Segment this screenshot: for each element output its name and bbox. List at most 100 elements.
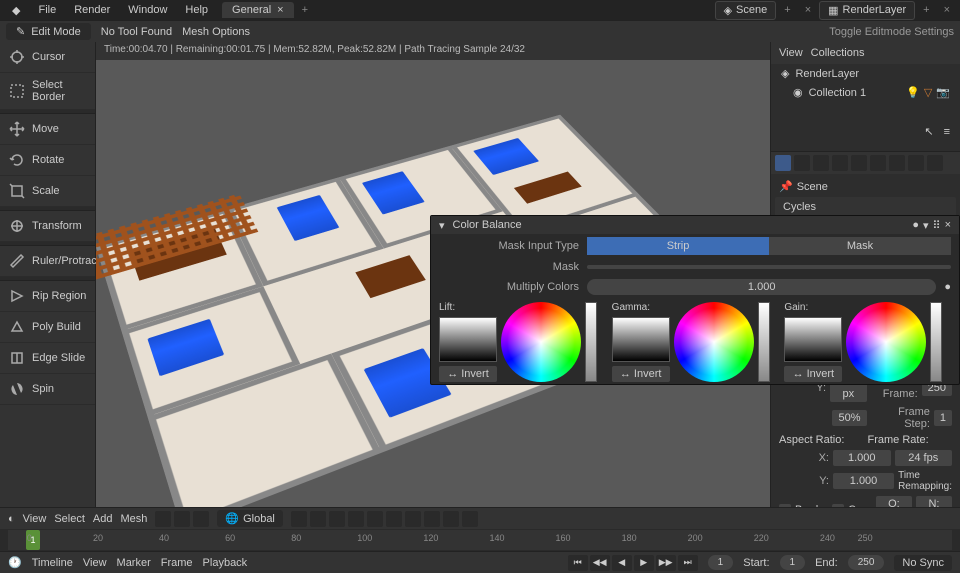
prop-tab-layers[interactable] <box>813 155 829 171</box>
editmode-settings[interactable]: Toggle Editmode Settings <box>829 26 954 38</box>
percent-field[interactable]: 50% <box>832 410 866 426</box>
solid-icon[interactable] <box>424 511 440 527</box>
close-icon[interactable]: × <box>277 4 283 16</box>
aspect-x[interactable]: 1.000 <box>833 450 891 466</box>
mesh-menu[interactable]: Mesh <box>120 513 147 525</box>
prop-tab-particle[interactable] <box>908 155 924 171</box>
outliner-collection[interactable]: ◉Collection 1 💡▽📷 <box>771 83 960 102</box>
outliner-root[interactable]: ◈RenderLayer <box>771 64 960 83</box>
panel-menu-icon[interactable]: ▾ <box>923 219 929 232</box>
mask-mask-btn[interactable]: Mask <box>769 237 951 255</box>
mode-selector[interactable]: ✎Edit Mode <box>6 23 91 40</box>
engine-selector[interactable]: Cycles <box>775 197 956 217</box>
tool-rip-region[interactable]: Rip Region <box>0 281 95 312</box>
prop-tab-render[interactable] <box>775 155 791 171</box>
gain-invert-btn[interactable]: ↔Invert <box>784 366 842 382</box>
tl-marker-menu[interactable]: Marker <box>117 557 151 569</box>
panel-toggle-icon[interactable]: ▾ <box>439 219 445 232</box>
jump-end-button[interactable]: ⏭ <box>678 555 698 571</box>
next-key-button[interactable]: ▶▶ <box>656 555 676 571</box>
sel-vert-icon[interactable] <box>155 511 171 527</box>
render-menu[interactable]: Render <box>66 2 118 18</box>
old-frames[interactable]: O: 100 <box>876 496 912 507</box>
prop-tab-physics[interactable] <box>927 155 943 171</box>
jump-start-button[interactable]: ⏮ <box>568 555 588 571</box>
editor-type-icon[interactable]: ◐ <box>8 513 15 525</box>
mask-field[interactable] <box>587 265 951 269</box>
del-scene[interactable]: × <box>799 2 817 18</box>
sync-selector[interactable]: No Sync <box>894 555 952 571</box>
tool-poly-build[interactable]: Poly Build <box>0 312 95 343</box>
scene-breadcrumb[interactable]: Scene <box>797 181 828 193</box>
gamma-invert-btn[interactable]: ↔Invert <box>612 366 670 382</box>
tool-select-border[interactable]: Select Border <box>0 73 95 110</box>
frame-rate[interactable]: 24 fps <box>895 450 953 466</box>
tool-move[interactable]: Move <box>0 114 95 145</box>
timeline-editor-icon[interactable]: 🕐 <box>8 556 22 569</box>
tool-cursor[interactable]: Cursor <box>0 42 95 73</box>
prop-tab-output[interactable] <box>794 155 810 171</box>
frame-step-field[interactable]: 1 <box>934 410 952 426</box>
tool-ruler[interactable]: Ruler/Protrac... <box>0 246 95 277</box>
cursor-toggle-icon[interactable]: ↖ <box>924 125 933 138</box>
blender-icon[interactable]: ◆ <box>4 2 28 19</box>
tool-spin[interactable]: Spin <box>0 374 95 405</box>
prev-key-button[interactable]: ◀◀ <box>590 555 610 571</box>
add-tab[interactable]: + <box>296 2 314 18</box>
aspect-y[interactable]: 1.000 <box>833 473 894 489</box>
tool-rotate[interactable]: Rotate <box>0 145 95 176</box>
gain-wheel[interactable] <box>846 302 926 382</box>
outliner-tab-collections[interactable]: Collections <box>811 47 865 59</box>
select-menu[interactable]: Select <box>54 513 85 525</box>
prop-tab-object[interactable] <box>870 155 886 171</box>
mesh-options[interactable]: Mesh Options <box>182 26 250 38</box>
add-scene[interactable]: + <box>778 2 796 18</box>
view-menu[interactable]: View <box>23 513 47 525</box>
overlay-icon[interactable] <box>367 511 383 527</box>
sel-face-icon[interactable] <box>193 511 209 527</box>
light-icon[interactable]: 💡 <box>906 86 920 99</box>
add-layer[interactable]: + <box>917 2 935 18</box>
anim-dot-icon[interactable]: ● <box>944 281 951 293</box>
new-frames[interactable]: N: 100 <box>916 496 952 507</box>
lift-wheel[interactable] <box>501 302 581 382</box>
shade-icon[interactable] <box>348 511 364 527</box>
prop-tab-modifier[interactable] <box>889 155 905 171</box>
lift-value-bar[interactable] <box>585 302 597 382</box>
end-frame-field[interactable]: 250 <box>848 555 885 570</box>
gamma-wheel[interactable] <box>674 302 754 382</box>
window-menu[interactable]: Window <box>120 2 175 18</box>
pivot-icon[interactable] <box>291 511 307 527</box>
lift-invert-btn[interactable]: ↔Invert <box>439 366 497 382</box>
pin-icon[interactable]: 📌 <box>779 180 793 193</box>
mask-strip-btn[interactable]: Strip <box>587 237 769 255</box>
wire-icon[interactable] <box>405 511 421 527</box>
sel-edge-icon[interactable] <box>174 511 190 527</box>
gain-swatch[interactable] <box>784 317 842 362</box>
help-menu[interactable]: Help <box>177 2 216 18</box>
add-menu[interactable]: Add <box>93 513 113 525</box>
file-menu[interactable]: File <box>30 2 64 18</box>
orientation-selector[interactable]: 🌐Global <box>217 510 283 527</box>
panel-close-icon[interactable]: × <box>945 219 951 232</box>
timeline[interactable]: 1 0 20 40 60 80 100 120 140 160 180 200 … <box>0 529 960 551</box>
xray-icon[interactable] <box>386 511 402 527</box>
scene-selector[interactable]: ◈Scene <box>715 1 777 20</box>
play-button[interactable]: ▶ <box>634 555 654 571</box>
panel-mute-icon[interactable]: ● <box>912 219 919 232</box>
tool-transform[interactable]: Transform <box>0 211 95 242</box>
prop-tab-world[interactable] <box>851 155 867 171</box>
snap-icon[interactable] <box>310 511 326 527</box>
del-layer[interactable]: × <box>938 2 956 18</box>
camera-icon[interactable]: 📷 <box>936 86 950 99</box>
border-check[interactable] <box>779 504 791 507</box>
tool-scale[interactable]: Scale <box>0 176 95 207</box>
mesh-icon[interactable]: ▽ <box>924 86 932 99</box>
gamma-value-bar[interactable] <box>758 302 770 382</box>
tl-view-menu[interactable]: View <box>83 557 107 569</box>
start-frame-field[interactable]: 1 <box>780 555 806 570</box>
panel-grip-icon[interactable]: ⠿ <box>933 219 941 232</box>
outliner-tab-view[interactable]: View <box>779 47 803 59</box>
matprev-icon[interactable] <box>443 511 459 527</box>
prop-edit-icon[interactable] <box>329 511 345 527</box>
